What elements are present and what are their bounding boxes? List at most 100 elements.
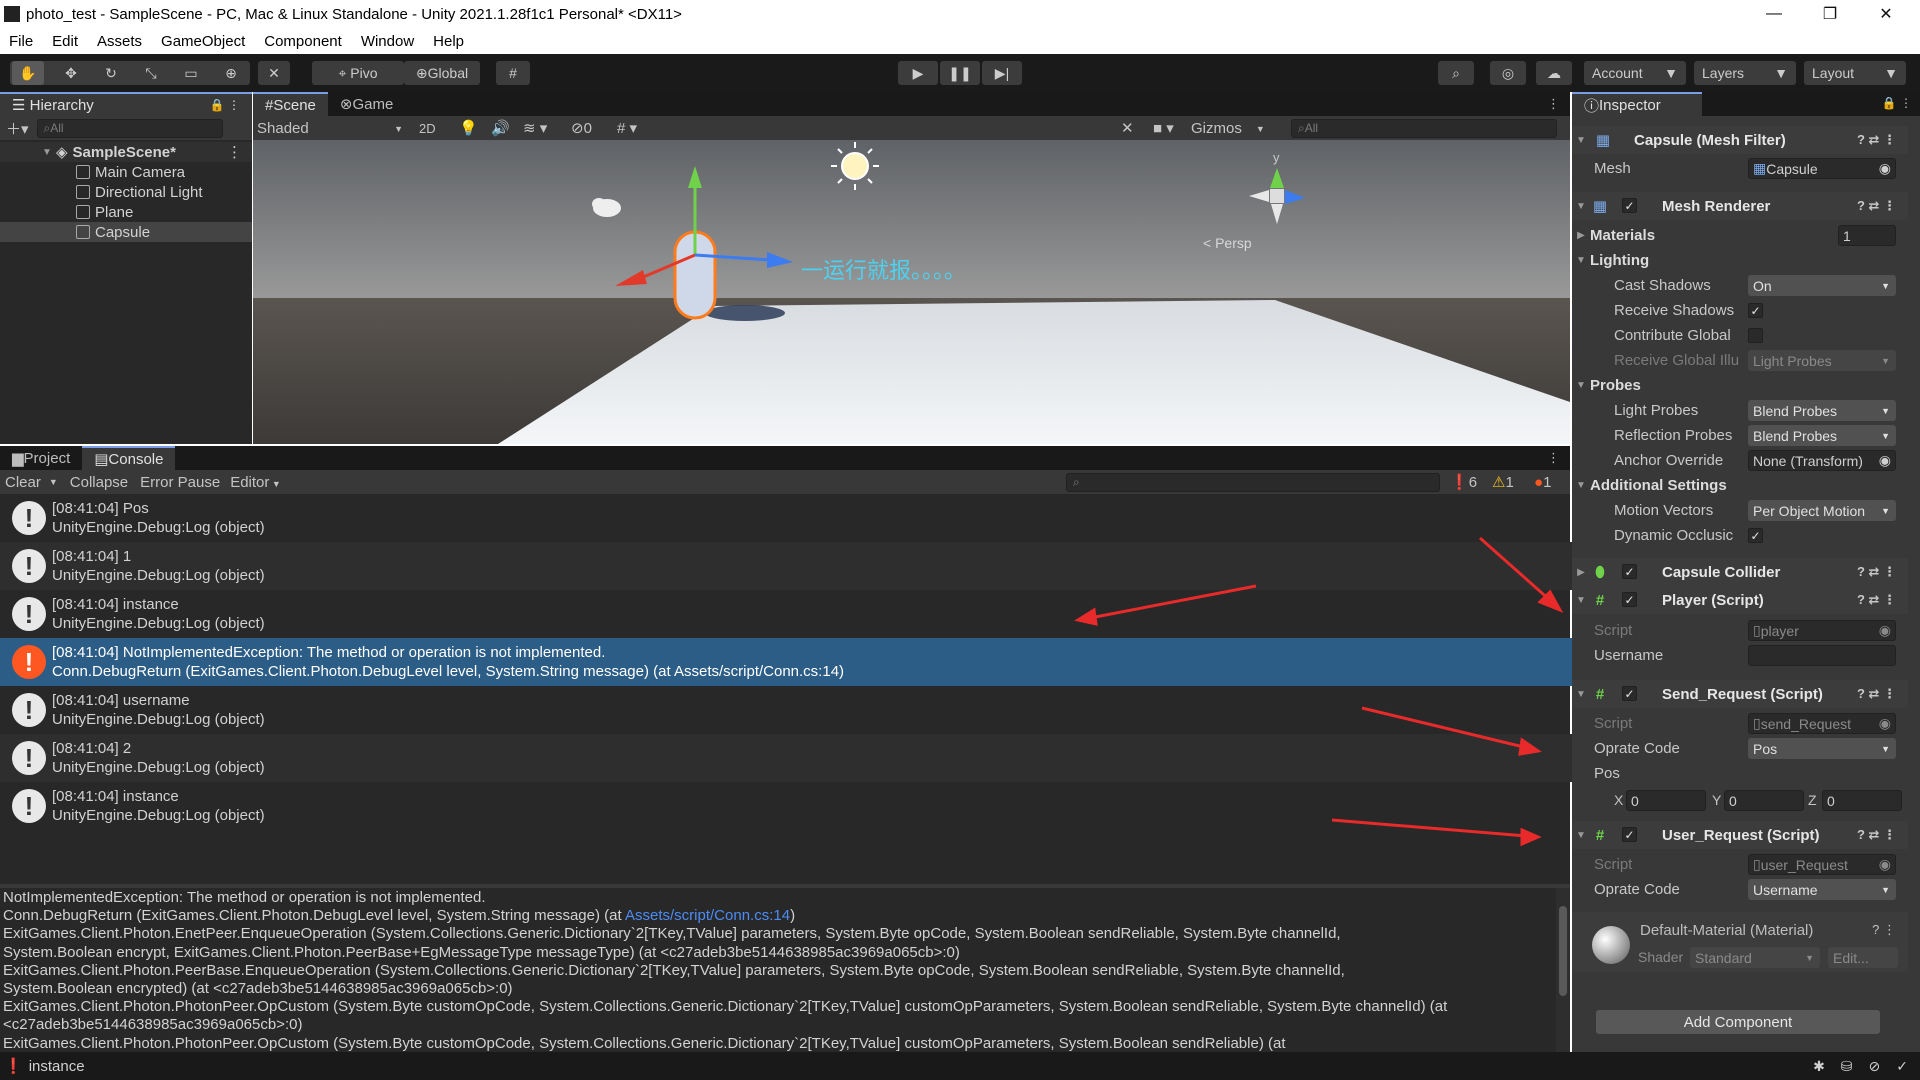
- audio-toggle-icon[interactable]: 🔊: [491, 119, 510, 137]
- log-count-toggle[interactable]: ❗6: [1450, 473, 1477, 491]
- error-count-toggle[interactable]: ●1: [1534, 474, 1551, 491]
- chevron-down-icon[interactable]: ▼: [1572, 135, 1590, 146]
- effects-icon[interactable]: ≋ ▾: [523, 119, 547, 137]
- target-icon[interactable]: ◉: [1879, 452, 1891, 469]
- shader-dropdown[interactable]: Standard ▼: [1690, 947, 1820, 968]
- bug-icon[interactable]: ✱: [1813, 1058, 1825, 1075]
- check-icon[interactable]: ✓: [1896, 1058, 1908, 1075]
- chevron-down-icon[interactable]: ▼: [1572, 595, 1590, 606]
- receive-shadows-checkbox[interactable]: ✓: [1748, 303, 1763, 318]
- scene-viewport[interactable]: 一运行就报。。。。 y < Persp: [253, 140, 1570, 444]
- search-button[interactable]: ⌕: [1438, 61, 1474, 85]
- more-icon[interactable]: ⋮: [1547, 96, 1560, 112]
- light-probes-dropdown[interactable]: Blend Probes ▼: [1748, 400, 1896, 421]
- contribute-global-checkbox[interactable]: [1748, 328, 1763, 343]
- mesh-renderer-enabled-checkbox[interactable]: ✓: [1622, 198, 1637, 213]
- chevron-down-icon[interactable]: ▼: [1572, 830, 1590, 841]
- capsule-collider-header[interactable]: ▶ ⬮ ✓ Capsule Collider ? ⇄ ⋮: [1572, 558, 1908, 586]
- send-request-header[interactable]: ▼ # ✓ Send_Request (Script) ? ⇄ ⋮: [1572, 680, 1908, 708]
- user-request-script-field[interactable]: ▯ user_Request ◉: [1748, 854, 1896, 875]
- tab-scene[interactable]: # Scene: [253, 92, 328, 116]
- user-opcode-dropdown[interactable]: Username ▼: [1748, 879, 1896, 900]
- hierarchy-item-plane[interactable]: Plane: [0, 202, 252, 222]
- component-header-icons[interactable]: ? ⇄ ⋮: [1857, 132, 1896, 148]
- rotate-tool-icon[interactable]: ↻: [95, 61, 127, 85]
- status-message[interactable]: instance: [29, 1058, 85, 1075]
- collab-button[interactable]: ◎: [1490, 61, 1526, 85]
- collapse-toggle[interactable]: Collapse: [70, 474, 128, 491]
- player-script-enabled-checkbox[interactable]: ✓: [1622, 592, 1637, 607]
- user-request-enabled-checkbox[interactable]: ✓: [1622, 827, 1637, 842]
- scrollbar-thumb[interactable]: [1559, 906, 1567, 996]
- mesh-renderer-header[interactable]: ▼ ▦ ✓ Mesh Renderer ? ⇄ ⋮: [1572, 192, 1908, 220]
- hand-tool-icon[interactable]: ✋: [12, 61, 44, 85]
- progress-icon[interactable]: ⊘: [1869, 1058, 1881, 1075]
- minimize-button[interactable]: —: [1746, 0, 1802, 28]
- lighting-foldout[interactable]: ▼ Lighting: [1572, 248, 1908, 273]
- persp-label[interactable]: < Persp: [1203, 235, 1252, 251]
- move-tool-icon[interactable]: ✥: [55, 61, 87, 85]
- component-header-icons[interactable]: ? ⇄ ⋮: [1857, 686, 1896, 702]
- gizmos-dropdown[interactable]: Gizmos ▼: [1191, 120, 1265, 137]
- source-link[interactable]: Assets/script/Conn.cs:14: [625, 907, 790, 924]
- menu-file[interactable]: File: [0, 33, 43, 50]
- component-header-icons[interactable]: ? ⇄ ⋮: [1857, 592, 1896, 608]
- dynamic-occlusion-checkbox[interactable]: ✓: [1748, 528, 1763, 543]
- player-script-field[interactable]: ▯ player ◉: [1748, 620, 1896, 641]
- chevron-down-icon[interactable]: ▼: [38, 147, 56, 158]
- menu-edit[interactable]: Edit: [43, 33, 88, 50]
- shader-edit-button[interactable]: Edit...: [1828, 947, 1898, 968]
- anchor-override-field[interactable]: None (Transform) ◉: [1748, 450, 1896, 471]
- tab-game[interactable]: ⊗ Game: [328, 92, 405, 116]
- chevron-right-icon[interactable]: ▶: [1572, 567, 1590, 578]
- reflection-probes-dropdown[interactable]: Blend Probes ▼: [1748, 425, 1896, 446]
- menu-help[interactable]: Help: [424, 33, 474, 50]
- cloud-button[interactable]: ☁: [1536, 61, 1572, 85]
- hierarchy-item-main-camera[interactable]: Main Camera: [0, 162, 252, 182]
- lock-icon[interactable]: 🔒 ⋮: [210, 98, 240, 112]
- send-request-enabled-checkbox[interactable]: ✓: [1622, 686, 1637, 701]
- user-request-header[interactable]: ▼ # ✓ User_Request (Script) ? ⇄ ⋮: [1572, 821, 1908, 849]
- component-header-icons[interactable]: ? ⇄ ⋮: [1857, 564, 1896, 580]
- layers-dropdown[interactable]: Layers ▼: [1694, 61, 1796, 85]
- hidden-objects-icon[interactable]: ⊘0: [571, 119, 592, 137]
- probes-foldout[interactable]: ▼ Probes: [1572, 373, 1908, 398]
- more-icon[interactable]: ⋮: [1547, 450, 1560, 466]
- transform-tool-icon[interactable]: ⊕: [215, 61, 247, 85]
- cache-icon[interactable]: ⛁: [1841, 1058, 1853, 1075]
- mesh-field[interactable]: ▦ Capsule ◉: [1748, 158, 1896, 179]
- target-icon[interactable]: ◉: [1879, 715, 1891, 732]
- pos-z-input[interactable]: 0: [1822, 790, 1902, 811]
- global-toggle[interactable]: ⊕ Global: [404, 61, 480, 85]
- tab-console[interactable]: ▤ Console: [82, 446, 176, 470]
- hierarchy-item-directional-light[interactable]: Directional Light: [0, 182, 252, 202]
- pos-y-input[interactable]: 0: [1724, 790, 1804, 811]
- error-pause-toggle[interactable]: Error Pause: [140, 474, 220, 491]
- pos-x-input[interactable]: 0: [1626, 790, 1706, 811]
- send-opcode-dropdown[interactable]: Pos ▼: [1748, 738, 1896, 759]
- target-icon[interactable]: ◉: [1879, 622, 1891, 639]
- lock-icon[interactable]: 🔒 ⋮: [1882, 96, 1912, 110]
- tools-icon[interactable]: ✕: [1121, 119, 1134, 137]
- clear-button[interactable]: Clear: [5, 474, 41, 491]
- target-icon[interactable]: ◉: [1879, 160, 1891, 177]
- cast-shadows-dropdown[interactable]: On ▼: [1748, 275, 1896, 296]
- lighting-toggle-icon[interactable]: 💡: [459, 119, 478, 137]
- chevron-down-icon[interactable]: ▼: [49, 477, 58, 487]
- menu-gameobject[interactable]: GameObject: [152, 33, 255, 50]
- more-icon[interactable]: ⋮: [227, 143, 242, 161]
- account-dropdown[interactable]: Account ▼: [1584, 61, 1686, 85]
- grid-snap-button[interactable]: #: [496, 61, 530, 85]
- 2d-toggle[interactable]: 2D: [419, 121, 436, 136]
- play-button[interactable]: ▶: [898, 61, 938, 85]
- rect-tool-icon[interactable]: ▭: [175, 61, 207, 85]
- add-component-button[interactable]: Add Component: [1596, 1010, 1880, 1034]
- username-input[interactable]: [1748, 645, 1896, 666]
- close-button[interactable]: ✕: [1858, 0, 1914, 28]
- capsule-collider-enabled-checkbox[interactable]: ✓: [1622, 564, 1637, 579]
- menu-assets[interactable]: Assets: [88, 33, 152, 50]
- restore-button[interactable]: ❐: [1802, 0, 1858, 28]
- pause-button[interactable]: ❚❚: [940, 61, 980, 85]
- chevron-down-icon[interactable]: ▼: [1572, 689, 1590, 700]
- scene-root[interactable]: ▼ ◈ SampleScene* ⋮: [0, 142, 252, 162]
